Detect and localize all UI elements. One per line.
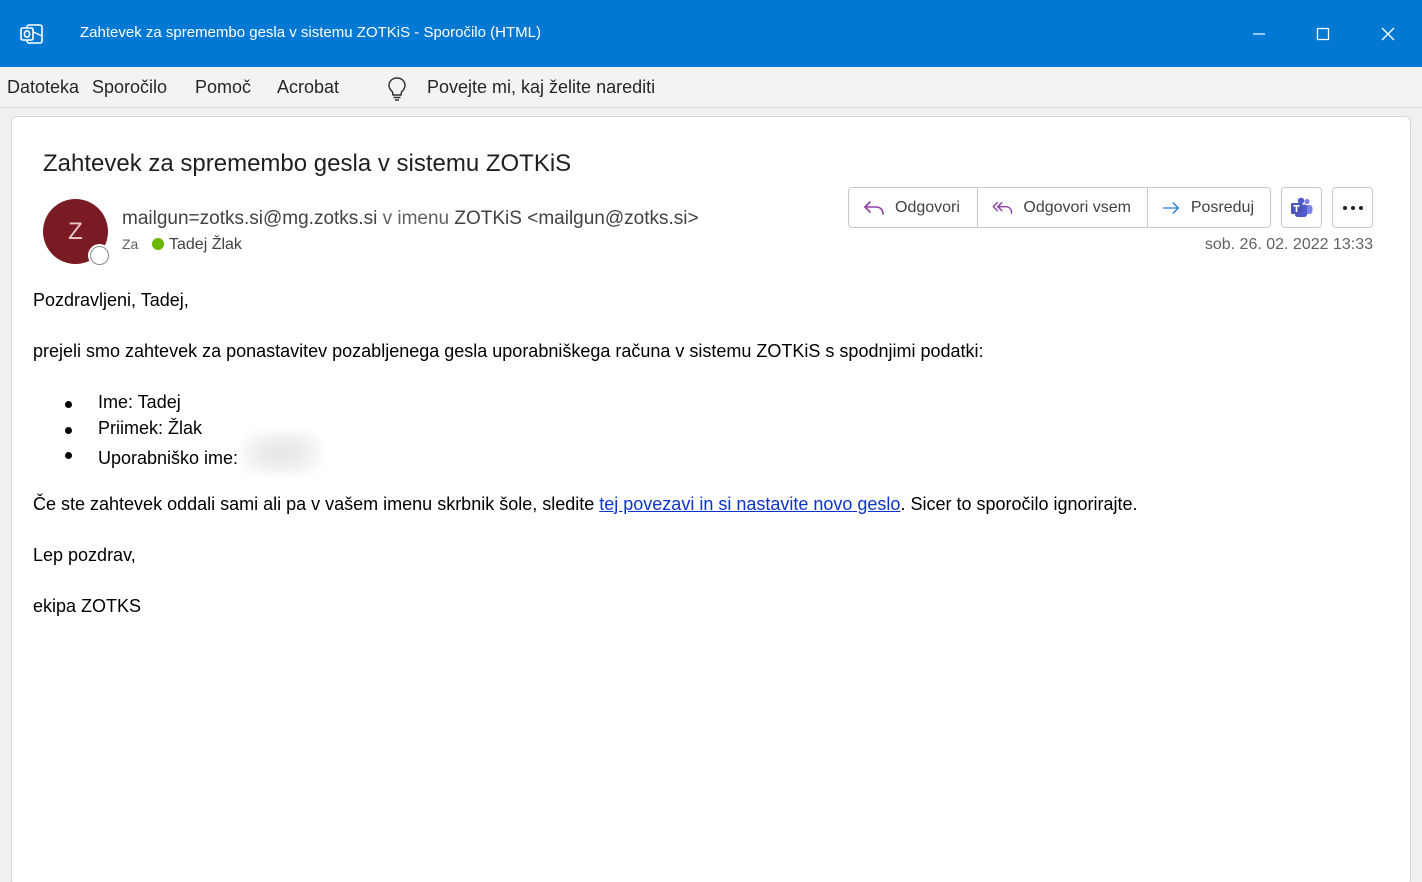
ellipsis-icon xyxy=(1342,205,1363,210)
lightbulb-icon xyxy=(388,77,406,101)
instruction-after: . Sicer to sporočilo ignorirajte. xyxy=(900,494,1138,514)
recipient-name[interactable]: Tadej Žlak xyxy=(169,236,242,254)
forward-label: Posreduj xyxy=(1190,198,1254,216)
title-bar: Zahtevek za spremembo gesla v sistemu ZO… xyxy=(0,0,1422,67)
menu-file[interactable]: Datoteka xyxy=(7,77,79,98)
message-subject: Zahtevek za spremembo gesla v sistemu ZO… xyxy=(43,150,572,177)
outlook-icon xyxy=(20,24,43,44)
detail-last-name: Priimek: Žlak xyxy=(98,417,203,438)
closing: Lep pozdrav, xyxy=(33,545,136,565)
presence-status-icon xyxy=(90,246,109,265)
bullet-icon xyxy=(65,452,72,459)
maximize-icon xyxy=(1316,27,1330,40)
reply-all-button[interactable]: Odgovori vsem xyxy=(978,188,1148,227)
reply-all-icon xyxy=(992,201,1013,214)
reply-icon xyxy=(864,200,884,215)
sender-line[interactable]: mailgun=zotks.si@mg.zotks.si v imenu ZOT… xyxy=(122,208,699,230)
instruction-before: Če ste zahtevek oddali sami ali pa v vaš… xyxy=(33,494,600,514)
sender-address[interactable]: mailgun=zotks.si@mg.zotks.si xyxy=(122,208,377,229)
response-actions: Odgovori Odgovori vsem Posreduj xyxy=(848,187,1271,228)
bullet-icon xyxy=(65,401,72,408)
minimize-button[interactable] xyxy=(1227,0,1291,67)
reply-label: Odgovori xyxy=(895,198,960,216)
redacted-username xyxy=(242,431,321,475)
forward-arrow-icon xyxy=(1163,201,1179,214)
minimize-icon xyxy=(1253,32,1265,35)
menu-acrobat[interactable]: Acrobat xyxy=(277,77,339,98)
details-list: Ime: Tadej Priimek: Žlak Uporabniško ime… xyxy=(33,392,321,475)
reply-button[interactable]: Odgovori xyxy=(849,188,978,227)
instruction-paragraph: Če ste zahtevek oddali sami ali pa v vaš… xyxy=(33,494,1138,515)
on-behalf-label: v imenu xyxy=(382,208,450,229)
list-item: Uporabniško ime: xyxy=(33,431,321,475)
reset-password-link[interactable]: tej povezavi in si nastavite novo geslo xyxy=(599,494,900,514)
tell-me-search[interactable]: Povejte mi, kaj želite narediti xyxy=(427,77,655,98)
list-item: Ime: Tadej xyxy=(33,392,320,418)
menu-message[interactable]: Sporočilo xyxy=(92,77,167,98)
detail-first-name: Ime: Tadej xyxy=(98,392,181,412)
reply-all-label: Odgovori vsem xyxy=(1023,198,1131,216)
more-options-button[interactable] xyxy=(1332,187,1373,228)
bullet-icon xyxy=(65,426,72,434)
available-status-icon xyxy=(152,238,164,250)
intro-paragraph: prejeli smo zahtevek za ponastavitev poz… xyxy=(33,341,984,361)
signature: ekipa ZOTKS xyxy=(33,596,142,616)
maximize-button[interactable] xyxy=(1291,0,1355,67)
detail-username-label: Uporabniško ime: xyxy=(98,447,239,468)
menu-help[interactable]: Pomoč xyxy=(195,77,251,98)
close-button[interactable] xyxy=(1356,0,1420,67)
avatar-initial: Z xyxy=(68,217,83,245)
window-title: Zahtevek za spremembo gesla v sistemu ZO… xyxy=(80,24,541,41)
to-label: Za xyxy=(122,236,139,252)
received-date: sob. 26. 02. 2022 13:33 xyxy=(1204,236,1373,253)
teams-button[interactable] xyxy=(1281,187,1322,228)
sender-name[interactable]: ZOTKiS <mailgun@zotks.si> xyxy=(454,208,698,229)
close-icon xyxy=(1381,27,1395,40)
greeting: Pozdravljeni, Tadej, xyxy=(33,290,189,310)
teams-icon xyxy=(1290,197,1312,217)
forward-button[interactable]: Posreduj xyxy=(1148,188,1270,227)
